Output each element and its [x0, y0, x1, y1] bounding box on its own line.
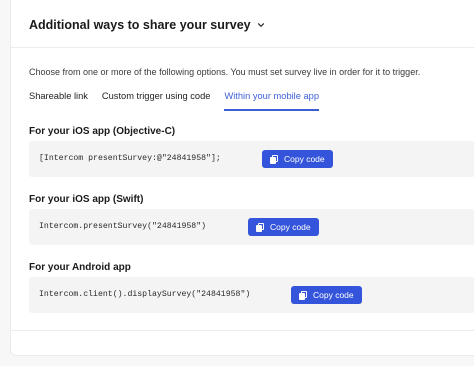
divider [11, 330, 474, 331]
copy-code-button-ios-swift[interactable]: Copy code [248, 218, 319, 236]
section-title-android: For your Android app [29, 262, 131, 273]
section-toggle[interactable]: Additional ways to share your survey [29, 18, 265, 32]
code-block-android: Intercom.client().displaySurvey("2484195… [29, 277, 474, 313]
code-block-ios-swift: Intercom.presentSurvey("24841958") Copy … [29, 209, 474, 245]
card-header[interactable]: Additional ways to share your survey [11, 0, 474, 48]
code-snippet: [Intercom presentSurvey:@"24841958"]; [39, 154, 221, 163]
code-snippet: Intercom.presentSurvey("24841958") [39, 222, 207, 231]
copy-button-label: Copy code [284, 154, 325, 164]
section-title-ios-swift: For your iOS app (Swift) [29, 194, 144, 205]
tab-shareable-link[interactable]: Shareable link [29, 91, 88, 111]
tab-custom-trigger[interactable]: Custom trigger using code [102, 91, 211, 111]
section-title-ios-objc: For your iOS app (Objective-C) [29, 126, 176, 137]
copy-icon [270, 154, 279, 164]
copy-button-label: Copy code [270, 222, 311, 232]
copy-code-button-ios-objc[interactable]: Copy code [262, 150, 333, 168]
share-method-tabs: Shareable link Custom trigger using code… [29, 91, 333, 111]
code-block-ios-objc: [Intercom presentSurvey:@"24841958"]; Co… [29, 141, 474, 177]
code-snippet: Intercom.client().displaySurvey("2484195… [39, 290, 251, 299]
copy-icon [299, 290, 308, 300]
copy-icon [256, 222, 265, 232]
page-title: Additional ways to share your survey [29, 18, 251, 32]
copy-button-label: Copy code [313, 290, 354, 300]
chevron-down-icon[interactable] [257, 21, 265, 29]
description-text: Choose from one or more of the following… [29, 67, 421, 77]
tab-mobile-app[interactable]: Within your mobile app [224, 91, 319, 111]
share-survey-card: Additional ways to share your survey Cho… [10, 0, 474, 356]
copy-code-button-android[interactable]: Copy code [291, 286, 362, 304]
